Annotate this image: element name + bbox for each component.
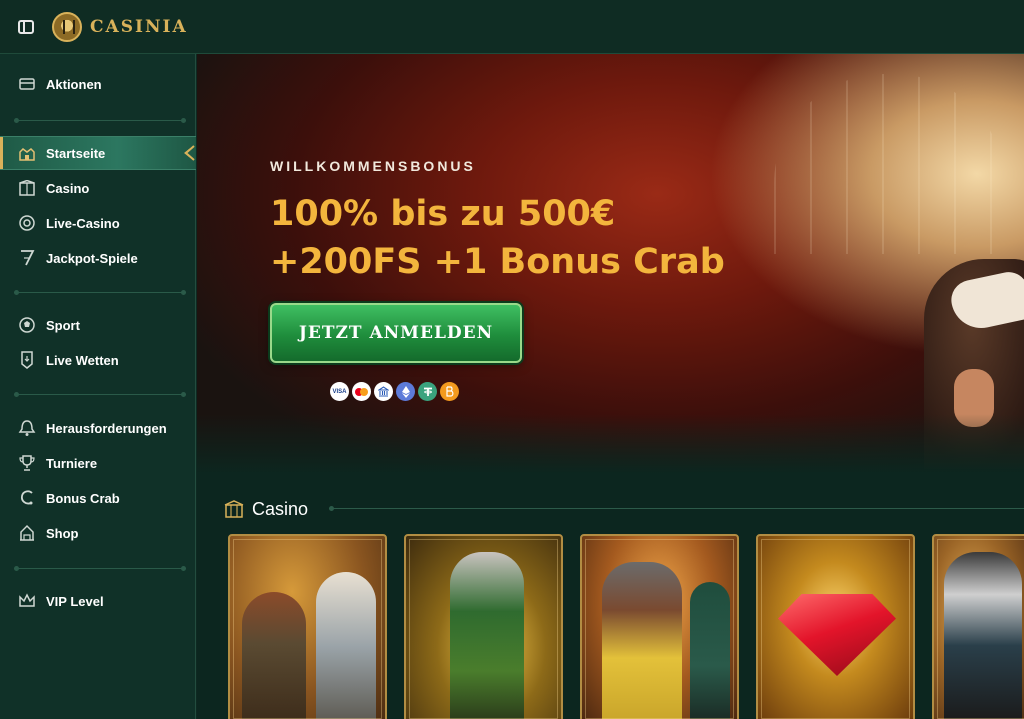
vip-crown-icon <box>18 592 36 610</box>
game-explorer-icon <box>242 592 306 719</box>
sidebar-item-label: Herausforderungen <box>46 420 167 436</box>
jackpot-icon <box>18 249 36 267</box>
logo-crown-icon <box>52 11 82 42</box>
game-card[interactable] <box>228 534 387 719</box>
game-cards-row <box>228 534 1024 719</box>
sidebar-divider <box>14 290 186 295</box>
casino-icon <box>18 179 36 197</box>
logo-text: CASINIA <box>90 16 188 37</box>
visa-icon: VISA <box>330 382 349 401</box>
sidebar: Aktionen Startseite Casino Live-Casino J… <box>0 54 196 719</box>
live-casino-icon <box>18 214 36 232</box>
main-content: WILLKOMMENSBONUS 100% bis zu 500€ +200FS… <box>197 54 1024 719</box>
sidebar-item-label: Startseite <box>46 145 106 161</box>
sidebar-item-label: Casino <box>46 180 90 196</box>
game-card[interactable] <box>404 534 563 719</box>
sidebar-item-jackpot-spiele[interactable]: Jackpot-Spiele <box>0 241 196 275</box>
sidebar-item-label: Turniere <box>46 455 98 471</box>
sidebar-divider <box>14 118 186 123</box>
hero-headline-line-2: +200FS +1 Bonus Crab <box>270 242 725 282</box>
casino-section-header: Casino <box>224 497 308 521</box>
mastercard-icon <box>352 382 371 401</box>
sidebar-item-label: Jackpot-Spiele <box>46 250 138 266</box>
register-button[interactable]: JETZT ANMELDEN <box>270 303 522 363</box>
bank-transfer-icon <box>374 382 393 401</box>
sidebar-item-bonus-crab[interactable]: Bonus Crab <box>0 481 196 515</box>
shop-icon <box>18 524 36 542</box>
sidebar-item-turniere[interactable]: Turniere <box>0 446 196 480</box>
live-betting-icon <box>18 351 36 369</box>
logo[interactable]: CASINIA <box>52 11 188 42</box>
game-card[interactable] <box>756 534 915 719</box>
game-magician-icon <box>450 552 524 719</box>
promotions-icon <box>18 75 36 93</box>
hero-kicker: WILLKOMMENSBONUS <box>270 158 476 174</box>
sidebar-item-label: Aktionen <box>46 76 102 92</box>
challenges-icon <box>18 419 36 437</box>
chevron-left-icon <box>184 145 195 161</box>
sidebar-item-label: Shop <box>46 525 79 541</box>
bonus-crab-icon <box>18 489 36 507</box>
game-gem-icon <box>778 594 896 676</box>
hero-headline: 100% bis zu 500€ +200FS +1 Bonus Crab <box>270 190 830 286</box>
sidebar-divider <box>14 566 186 571</box>
tether-icon <box>418 382 437 401</box>
game-card[interactable] <box>932 534 1024 719</box>
trophy-icon <box>18 454 36 472</box>
game-zeus-icon <box>316 572 376 719</box>
sidebar-item-label: Bonus Crab <box>46 490 120 506</box>
bitcoin-icon <box>440 382 459 401</box>
sidebar-divider <box>14 392 186 397</box>
home-icon <box>18 144 36 162</box>
game-bandit-icon <box>944 552 1022 719</box>
sidebar-item-herausforderungen[interactable]: Herausforderungen <box>0 411 196 445</box>
hero-fade <box>197 414 1024 474</box>
sidebar-item-label: Sport <box>46 317 80 333</box>
sidebar-item-live-wetten[interactable]: Live Wetten <box>0 343 196 377</box>
sidebar-item-vip-level[interactable]: VIP Level <box>0 584 196 618</box>
hero-headline-line-1: 100% bis zu 500€ <box>270 194 616 234</box>
sidebar-item-label: Live-Casino <box>46 215 120 231</box>
section-divider <box>329 506 1024 511</box>
hero-banner[interactable]: WILLKOMMENSBONUS 100% bis zu 500€ +200FS… <box>197 54 1024 474</box>
sidebar-item-shop[interactable]: Shop <box>0 516 196 550</box>
section-title: Casino <box>252 498 309 519</box>
sidebar-item-sport[interactable]: Sport <box>0 308 196 342</box>
payment-methods: VISA <box>330 382 459 401</box>
game-fisherman-icon <box>602 562 682 719</box>
sidebar-item-live-casino[interactable]: Live-Casino <box>0 206 196 240</box>
sidebar-toggle-icon[interactable] <box>18 19 34 34</box>
sidebar-item-casino[interactable]: Casino <box>0 171 196 205</box>
ethereum-icon <box>396 382 415 401</box>
game-leprechaun-icon <box>690 582 730 719</box>
sport-icon <box>18 316 36 334</box>
sidebar-item-aktionen[interactable]: Aktionen <box>0 67 196 101</box>
top-bar: CASINIA <box>0 0 1024 54</box>
sidebar-item-label: Live Wetten <box>46 352 119 368</box>
game-card[interactable] <box>580 534 739 719</box>
sidebar-item-startseite[interactable]: Startseite <box>0 136 196 170</box>
casino-icon <box>224 500 244 518</box>
sidebar-item-label: VIP Level <box>46 593 104 609</box>
